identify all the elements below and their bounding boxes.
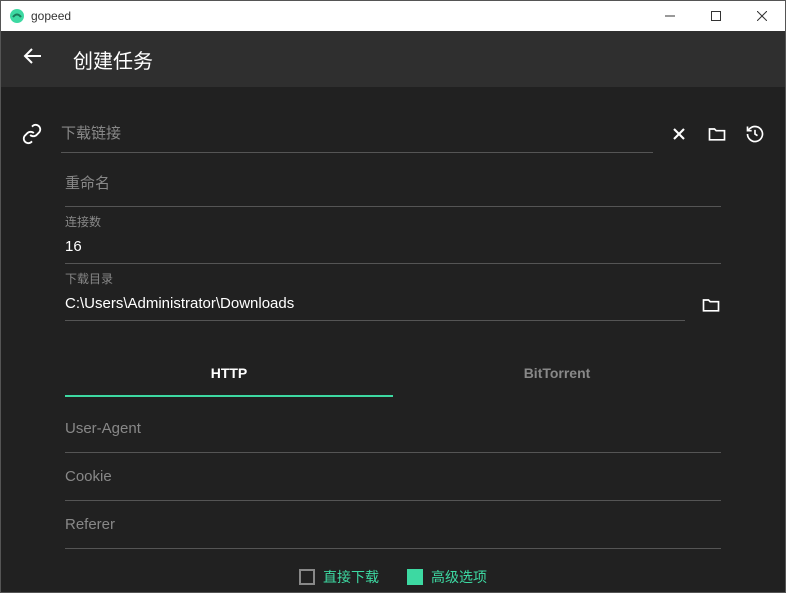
link-actions xyxy=(669,124,765,144)
download-dir-label: 下载目录 xyxy=(65,270,685,287)
page-title: 创建任务 xyxy=(73,45,153,74)
browse-folder-icon[interactable] xyxy=(701,295,721,315)
checkbox-unchecked-icon xyxy=(299,569,315,585)
download-dir-row: 下载目录 xyxy=(65,270,721,327)
tab-bittorrent[interactable]: BitTorrent xyxy=(393,351,721,397)
minimize-button[interactable] xyxy=(647,1,693,31)
checkbox-checked-icon xyxy=(407,569,423,585)
clear-icon[interactable] xyxy=(669,124,689,144)
close-button[interactable] xyxy=(739,1,785,31)
back-arrow-icon[interactable] xyxy=(21,44,45,74)
window-controls xyxy=(647,1,785,31)
titlebar: gopeed xyxy=(1,1,785,31)
app-logo-icon xyxy=(9,8,25,24)
content: 连接数 下载目录 HTTP BitTorrent 直接下载 xyxy=(1,87,785,592)
download-dir-field: 下载目录 xyxy=(65,270,685,321)
rename-field xyxy=(65,161,721,207)
connections-field: 连接数 xyxy=(65,213,721,264)
download-dir-input[interactable] xyxy=(65,289,685,321)
direct-download-label: 直接下载 xyxy=(323,567,379,587)
download-link-input[interactable] xyxy=(61,115,653,153)
tab-http[interactable]: HTTP xyxy=(65,351,393,397)
app-header: 创建任务 xyxy=(1,31,785,87)
connections-input[interactable] xyxy=(65,232,721,264)
connections-label: 连接数 xyxy=(65,213,721,230)
direct-download-checkbox[interactable]: 直接下载 xyxy=(299,567,379,587)
advanced-options-label: 高级选项 xyxy=(431,567,487,587)
rename-input[interactable] xyxy=(65,161,721,207)
protocol-tabs: HTTP BitTorrent xyxy=(65,351,721,397)
folder-icon[interactable] xyxy=(707,124,727,144)
maximize-button[interactable] xyxy=(693,1,739,31)
options-row: 直接下载 高级选项 xyxy=(65,567,721,587)
user-agent-input[interactable] xyxy=(65,405,721,453)
window-title: gopeed xyxy=(31,9,647,23)
download-link-row xyxy=(21,115,765,153)
advanced-options-checkbox[interactable]: 高级选项 xyxy=(407,567,487,587)
form-section: 连接数 下载目录 HTTP BitTorrent 直接下载 xyxy=(65,161,721,587)
history-icon[interactable] xyxy=(745,124,765,144)
link-icon xyxy=(21,123,43,145)
cookie-input[interactable] xyxy=(65,453,721,501)
referer-input[interactable] xyxy=(65,501,721,549)
http-fields xyxy=(65,405,721,549)
